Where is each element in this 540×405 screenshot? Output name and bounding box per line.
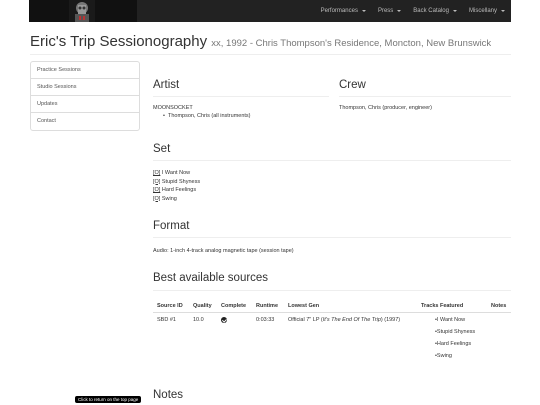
divider: [153, 160, 511, 161]
sources-heading: Best available sources: [153, 272, 269, 284]
caret-down-icon: [452, 10, 457, 12]
sidebar-item-studio-sessions[interactable]: Studio Sessions: [31, 79, 139, 96]
set-heading: Set: [153, 143, 171, 155]
table-row: SBD #1 10.0 0:03:33 Official 7" LP (It's…: [153, 312, 511, 369]
table-header-row: Source ID Quality Complete Runtime Lowes…: [153, 300, 511, 313]
artist-heading: Artist: [153, 79, 180, 91]
check-circle-icon: [221, 317, 227, 323]
column-header: Quality: [189, 300, 217, 313]
runtime-cell: 0:03:33: [252, 312, 284, 369]
sidebar-item-contact[interactable]: Contact: [31, 113, 139, 130]
page-subtitle: xx, 1992 - Chris Thompson's Residence, M…: [211, 38, 492, 49]
sidebar-item-practice-sessions[interactable]: Practice Sessions: [31, 62, 139, 79]
set-item-marker[interactable]: [O]: [153, 187, 160, 193]
caret-down-icon: [361, 10, 366, 12]
crew-member: Thompson, Chris (producer, engineer): [339, 105, 432, 111]
divider: [153, 96, 329, 97]
list-item: [O] I Want Now: [153, 170, 191, 176]
notes-cell: [487, 312, 511, 369]
nav-press[interactable]: Press: [372, 8, 407, 14]
divider: [153, 237, 511, 238]
navbar: Performances Press Back Catalog Miscella…: [0, 0, 540, 22]
back-to-top-tooltip[interactable]: Click to return on the top page: [75, 396, 142, 403]
column-header: Lowest Gen: [284, 300, 417, 313]
track-item: •Swing: [435, 353, 452, 359]
lowest-gen-cell: Official 7" LP (It's The End Of The Trip…: [284, 312, 417, 369]
set-item-marker[interactable]: [O]: [153, 179, 160, 185]
column-header: Notes: [487, 300, 511, 313]
list-item: [O] Stupid Shyness: [153, 178, 201, 185]
track-item: •I Want Now: [435, 317, 466, 323]
column-header: Complete: [217, 300, 252, 313]
sidebar: Practice Sessions Studio Sessions Update…: [30, 61, 140, 131]
source-id-cell: SBD #1: [153, 312, 189, 369]
column-header: Runtime: [252, 300, 284, 313]
track-item: •Stupid Shyness: [435, 329, 476, 335]
quality-cell: 10.0: [189, 312, 217, 369]
sources-table: Source ID Quality Complete Runtime Lowes…: [153, 300, 511, 369]
set-list: [O] I Want Now [O] Stupid Shyness [O] Ha…: [153, 169, 200, 203]
list-item: [O] Hard Feelings: [153, 187, 197, 193]
format-text: Audio: 1-inch 4-track analog magnetic ta…: [153, 248, 294, 254]
sidebar-item-updates[interactable]: Updates: [31, 96, 139, 113]
page-header: Eric's Trip Sessionography xx, 1992 - Ch…: [30, 33, 511, 55]
tracks-cell: •I Want Now •Stupid Shyness •Hard Feelin…: [417, 312, 487, 369]
site-logo[interactable]: [29, 0, 137, 22]
artist-name: MOONSOCKET: [153, 105, 193, 111]
divider: [153, 290, 511, 291]
format-heading: Format: [153, 220, 190, 232]
crew-heading: Crew: [339, 79, 366, 91]
caret-down-icon: [397, 10, 402, 12]
page-title: Eric's Trip Sessionography xx, 1992 - Ch…: [30, 33, 492, 50]
artist-member: • Thompson, Chris (all instruments): [163, 113, 251, 119]
track-item: •Hard Feelings: [435, 341, 472, 347]
nav-miscellany[interactable]: Miscellany: [463, 8, 511, 14]
divider: [339, 96, 511, 97]
caret-down-icon: [501, 10, 505, 12]
logo-icon: [69, 0, 95, 22]
column-header: Tracks Featured: [417, 300, 487, 313]
nav-menu: Performances Press Back Catalog Miscella…: [315, 0, 511, 22]
notes-heading: Notes: [153, 389, 184, 401]
nav-performances[interactable]: Performances: [315, 8, 372, 14]
set-item-marker[interactable]: [O]: [153, 170, 160, 176]
complete-cell: [217, 312, 252, 369]
nav-back-catalog[interactable]: Back Catalog: [407, 8, 463, 14]
set-item-marker[interactable]: [O]: [153, 196, 160, 202]
column-header: Source ID: [153, 300, 189, 313]
list-item: [O] Swing: [153, 195, 177, 202]
